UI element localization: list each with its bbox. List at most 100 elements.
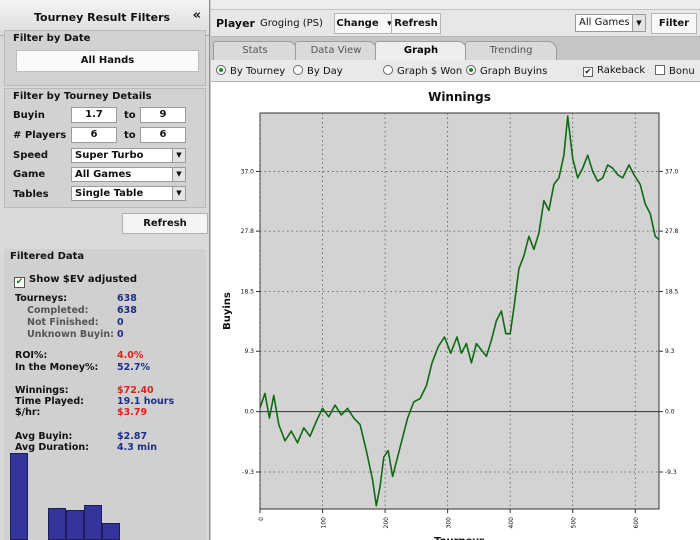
filtered-data-heading: Filtered Data bbox=[10, 251, 85, 262]
itm-label: In the Money%: bbox=[15, 362, 99, 373]
per-hour-value: $3.79 bbox=[117, 407, 148, 418]
player-toolbar: Player Groging (PS) Change ▾ Refresh All… bbox=[211, 10, 700, 37]
tourneys-label: Tourneys: bbox=[15, 293, 68, 304]
filter-by-details-section: Filter by Tourney Details Buyin 1.7 to 9… bbox=[4, 88, 206, 208]
filters-panel-title: Tourney Result Filters bbox=[34, 11, 171, 24]
refresh-button[interactable]: Refresh bbox=[391, 13, 441, 34]
histogram-bar bbox=[84, 505, 102, 540]
tab-trending[interactable]: Trending bbox=[465, 41, 557, 60]
y-tick-label: 0.0 bbox=[244, 409, 254, 416]
completed-value: 638 bbox=[117, 305, 137, 316]
app-window: Tourney Result Filters « Filter by Date … bbox=[0, 0, 700, 540]
speed-select[interactable]: Super Turbo ▼ bbox=[71, 148, 186, 163]
tab-data-view[interactable]: Data View bbox=[295, 41, 377, 60]
chevron-down-icon[interactable]: ▼ bbox=[632, 15, 645, 31]
radio-on-icon bbox=[216, 65, 226, 75]
filters-refresh-button[interactable]: Refresh bbox=[122, 213, 208, 234]
completed-label: Completed: bbox=[27, 305, 89, 316]
tables-label: Tables bbox=[13, 189, 49, 200]
chart-title: Winnings bbox=[428, 90, 491, 104]
change-button[interactable]: Change ▾ bbox=[334, 13, 394, 34]
players-max-field[interactable]: 6 bbox=[140, 127, 186, 143]
games-select[interactable]: All Games ▼ bbox=[575, 14, 646, 32]
filter-button[interactable]: Filter bbox=[651, 13, 697, 34]
graph-buyins-radio[interactable]: Graph Buyins bbox=[466, 65, 547, 77]
players-min-field[interactable]: 6 bbox=[71, 127, 117, 143]
avg-buyin-label: Avg Buyin: bbox=[15, 431, 73, 442]
avg-duration-value: 4.3 min bbox=[117, 442, 158, 453]
checkmark-icon: ✔ bbox=[583, 67, 593, 77]
x-tick-label: 500 bbox=[571, 517, 578, 529]
y-tick-label: 18.5 bbox=[241, 289, 255, 296]
x-tick-label: 200 bbox=[383, 517, 390, 529]
histogram-bar bbox=[10, 453, 28, 540]
not-finished-label: Not Finished: bbox=[27, 317, 99, 328]
rakeback-label: Rakeback bbox=[597, 65, 646, 76]
checkmark-icon[interactable]: ✔ bbox=[14, 277, 25, 288]
y-tick-label: 37.0 bbox=[241, 168, 255, 175]
avg-buyin-value: $2.87 bbox=[117, 431, 148, 442]
player-label: Player bbox=[216, 17, 255, 30]
show-ev-checkbox[interactable]: ✔ Show $EV adjusted bbox=[14, 274, 137, 288]
histogram-bar bbox=[102, 523, 120, 540]
show-ev-label: Show $EV adjusted bbox=[29, 274, 138, 285]
all-hands-button[interactable]: All Hands bbox=[16, 50, 199, 72]
y-tick-label: 18.5 bbox=[665, 289, 679, 296]
game-select-value: All Games bbox=[75, 169, 132, 180]
game-select[interactable]: All Games ▼ bbox=[71, 167, 186, 182]
time-played-label: Time Played: bbox=[15, 396, 84, 407]
y-tick-label: 37.0 bbox=[665, 168, 679, 175]
x-tick-label: 600 bbox=[633, 517, 640, 529]
chevron-down-icon[interactable]: ▼ bbox=[172, 168, 185, 181]
graph-won-label: Graph $ Won bbox=[397, 66, 463, 77]
per-hour-label: $/hr: bbox=[15, 407, 41, 418]
tab-graph[interactable]: Graph bbox=[375, 41, 467, 61]
x-tick-label: 300 bbox=[446, 517, 453, 529]
rakeback-checkbox[interactable]: ✔ Rakeback bbox=[583, 65, 645, 77]
buyin-min-field[interactable]: 1.7 bbox=[71, 107, 117, 123]
game-label: Game bbox=[13, 169, 46, 180]
by-tourney-radio[interactable]: By Tourney bbox=[216, 65, 285, 77]
filter-by-details-heading: Filter by Tourney Details bbox=[13, 91, 152, 102]
winnings-label: Winnings: bbox=[15, 385, 69, 396]
x-axis-label: Tourneys bbox=[434, 536, 485, 540]
avg-duration-label: Avg Duration: bbox=[15, 442, 89, 453]
radio-on-icon bbox=[466, 65, 476, 75]
histogram-bar bbox=[48, 508, 66, 540]
players-label: # Players bbox=[13, 130, 67, 141]
x-tick-label: 100 bbox=[321, 517, 328, 529]
itm-value: 52.7% bbox=[117, 362, 150, 373]
filter-by-date-heading: Filter by Date bbox=[13, 33, 91, 44]
radio-off-icon bbox=[293, 65, 303, 75]
unknown-buyin-value: 0 bbox=[117, 329, 124, 340]
roi-value: 4.0% bbox=[117, 350, 144, 361]
tourneys-value: 638 bbox=[117, 293, 137, 304]
by-day-radio[interactable]: By Day bbox=[293, 65, 343, 77]
roi-label: ROI%: bbox=[15, 350, 48, 361]
plot-area bbox=[259, 112, 660, 510]
chevron-down-icon[interactable]: ▼ bbox=[172, 187, 185, 200]
tables-select[interactable]: Single Table ▼ bbox=[71, 186, 186, 201]
tab-bar: Stats Data View Graph Trending bbox=[211, 38, 700, 61]
buyin-max-field[interactable]: 9 bbox=[140, 107, 186, 123]
graph-won-radio[interactable]: Graph $ Won bbox=[383, 65, 462, 77]
filtered-data-section: Filtered Data ✔ Show $EV adjusted Tourney… bbox=[4, 249, 206, 540]
winnings-chart-panel: 0 100 200 300 400 500 600 -9.3 -9.3 0.0 0.0 9.3 9.3 1… bbox=[211, 82, 700, 540]
chevron-down-icon[interactable]: ▼ bbox=[172, 149, 185, 162]
tables-select-value: Single Table bbox=[75, 188, 144, 199]
winnings-value: $72.40 bbox=[117, 385, 154, 396]
unknown-buyin-label: Unknown Buyin: bbox=[27, 329, 114, 340]
not-finished-value: 0 bbox=[117, 317, 124, 328]
speed-select-value: Super Turbo bbox=[75, 150, 144, 161]
y-tick-label: -9.3 bbox=[665, 469, 677, 476]
tab-stats[interactable]: Stats bbox=[213, 41, 297, 60]
collapse-icon[interactable]: « bbox=[193, 8, 201, 23]
y-tick-label: -9.3 bbox=[242, 469, 254, 476]
buyin-to-label: to bbox=[124, 110, 136, 121]
by-day-label: By Day bbox=[307, 66, 343, 77]
y-axis-label: Buyins bbox=[222, 292, 233, 330]
bonus-checkbox[interactable]: Bonu bbox=[655, 65, 695, 77]
graph-options-bar: By Tourney By Day Graph $ Won Graph Buyi… bbox=[211, 60, 700, 82]
winnings-chart: 0 100 200 300 400 500 600 -9.3 -9.3 0.0 0.0 9.3 9.3 1… bbox=[222, 90, 679, 540]
player-name: Groging (PS) bbox=[260, 18, 323, 29]
